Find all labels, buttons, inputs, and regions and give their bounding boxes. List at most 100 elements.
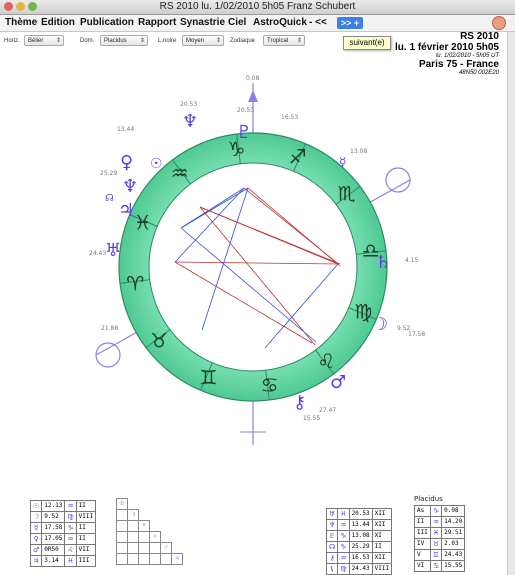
menu-astroquick[interactable]: AstroQuick	[253, 17, 307, 28]
house-label: II	[414, 516, 431, 528]
table-row: VI ♋ 15.55	[414, 560, 466, 572]
sign-icon: ♑	[337, 541, 350, 553]
house-label: VI	[414, 560, 431, 572]
horiz-select[interactable]: Bélier ⇕	[24, 35, 64, 46]
zodiac-sign-3: ♋	[261, 373, 279, 397]
chevron-down-icon: ⇕	[55, 38, 61, 44]
svg-text:21.88: 21.88	[101, 325, 118, 332]
close-chart-icon[interactable]	[492, 16, 506, 30]
table-row: ⚷ ♒ 16.53 XII	[325, 552, 393, 564]
planet-icon: ☽	[29, 511, 43, 523]
sign-icon: ♓	[429, 527, 443, 539]
chart-name: RS 2010	[460, 31, 499, 42]
chiron-icon: ⚷	[293, 392, 306, 413]
mercury-icon: ☿	[339, 155, 346, 169]
planet-degree: 25.29	[348, 541, 373, 553]
svg-text:20.53: 20.53	[180, 101, 197, 108]
astro-wheel[interactable]: ♈♉♊ ♋♌♍♎♏♐♑♒♓ ♇ ♆ ♀ ☉ ♆ ♃ ♅ ♄ ☽ ♂ ⚷ ☿ ☊ 0…	[0, 50, 515, 490]
menu-rapport[interactable]: Rapport	[138, 17, 176, 28]
zodiac-sign-4: ♌	[317, 349, 335, 373]
planet-icon: ♂	[29, 544, 43, 556]
aspect-cell: ♃	[171, 553, 183, 565]
sign-icon: ♓	[337, 508, 350, 520]
sign-icon: ♑	[64, 522, 77, 534]
house-degree: 24.43	[441, 549, 466, 561]
svg-text:27.47: 27.47	[319, 407, 336, 414]
menu-theme[interactable]: Thème	[5, 17, 37, 28]
lnoire-label: L.noire	[158, 38, 177, 44]
zodiac-sign-11: ♓	[134, 210, 152, 234]
sign-icon: ♓	[64, 555, 77, 567]
lnoire-select[interactable]: Moyen ⇕	[182, 35, 224, 46]
aspect-cell: ♀	[149, 531, 161, 543]
planet-icon: ☿	[29, 522, 43, 534]
table-row: ♀ 17.05 ♒ II	[29, 533, 97, 545]
house-number: II	[75, 533, 97, 545]
planet-icon: ♆	[325, 519, 339, 531]
dom-select[interactable]: Placidus ⇕	[100, 35, 148, 46]
sign-icon: ♒	[64, 533, 77, 545]
aspect-cell	[149, 553, 161, 565]
planet-icon: ♀	[29, 533, 43, 545]
aspect-cell	[127, 531, 139, 543]
sign-icon: ♑	[337, 530, 350, 542]
zodiac-sign-1: ♉	[150, 328, 168, 352]
table-row: ☉ 12.13 ♒ II	[29, 500, 97, 512]
mars-icon: ♂	[330, 372, 346, 393]
table-row: ♆ ♒ 13.44 XII	[325, 519, 393, 531]
zodiaque-select[interactable]: Tropical ⇕	[263, 35, 305, 46]
nav-next-button[interactable]: >> +	[337, 17, 363, 29]
aspect-cell: ☽	[127, 509, 139, 521]
aspect-cell	[138, 531, 150, 543]
asc-circle-icon	[385, 167, 411, 193]
aspect-cell: ☉	[116, 498, 128, 510]
sign-icon: ♒	[337, 552, 350, 564]
aspect-cell	[116, 520, 128, 532]
dom-label: Dom.	[80, 38, 95, 44]
menu-edition[interactable]: Edition	[41, 17, 75, 28]
menu-ciel[interactable]: Ciel	[228, 17, 246, 28]
planet-degree: 9.52	[41, 511, 66, 523]
chart-toolbar: Horiz. Bélier ⇕ Dom. Placidus ⇕ L.noire Mo…	[0, 32, 390, 50]
chevron-down-icon: ⇕	[296, 38, 302, 44]
svg-text:20.53: 20.53	[237, 107, 254, 114]
house-label: V	[414, 549, 431, 561]
sign-icon: ♋	[429, 560, 443, 572]
planet-icon: ☊	[325, 541, 339, 553]
planet-icon: ☉	[29, 500, 43, 512]
planet-table-right: ♅ ♓ 20.53 XII ♆ ♒ 13.44 XII ♇ ♑ 13.08 XI ☊ ♑ 25.29 II ⚷ ♒…	[325, 508, 393, 575]
aspect-row: ☉	[116, 498, 183, 510]
table-row: ♇ ♑ 13.08 XI	[325, 530, 393, 542]
planet-degree: 17.05	[41, 533, 66, 545]
svg-text:25.29: 25.29	[100, 170, 117, 177]
table-row: ⚸ ♍ 24.43 VIII	[325, 563, 393, 575]
menu-publication[interactable]: Publication	[80, 17, 134, 28]
svg-text:17.58: 17.58	[408, 331, 425, 338]
house-number: III	[75, 555, 97, 567]
sign-icon: ♌	[64, 544, 77, 556]
nav-prev-button[interactable]: - <<	[309, 17, 327, 28]
house-number: XII	[371, 508, 393, 520]
menu-synastrie[interactable]: Synastrie	[180, 17, 225, 28]
aspect-cell	[127, 553, 139, 565]
zodiac-sign-10: ♒	[171, 161, 189, 185]
uranus-icon: ♅	[105, 240, 121, 261]
zodiac-sign-0: ♈	[126, 272, 144, 296]
planet-icon: ⚷	[325, 552, 339, 564]
sign-icon: ♍	[64, 511, 77, 523]
house-number: VIII	[371, 563, 393, 575]
planet-degree: 13.08	[348, 530, 373, 542]
sign-icon: ♒	[429, 516, 443, 528]
aspect-cell: ♂	[160, 542, 172, 554]
planet-degree: 20.53	[348, 508, 373, 520]
planet-degree: 0R50	[41, 544, 66, 556]
house-degree: 14.20	[441, 516, 466, 528]
aspect-cell	[127, 542, 139, 554]
sign-icon: ♒	[337, 519, 350, 531]
house-number: II	[371, 541, 393, 553]
planet-degree: 17.58	[41, 522, 66, 534]
aspect-cell: ☿	[138, 520, 150, 532]
svg-text:13.44: 13.44	[117, 126, 134, 133]
svg-text:16.53: 16.53	[281, 114, 298, 121]
house-number: XII	[371, 519, 393, 531]
